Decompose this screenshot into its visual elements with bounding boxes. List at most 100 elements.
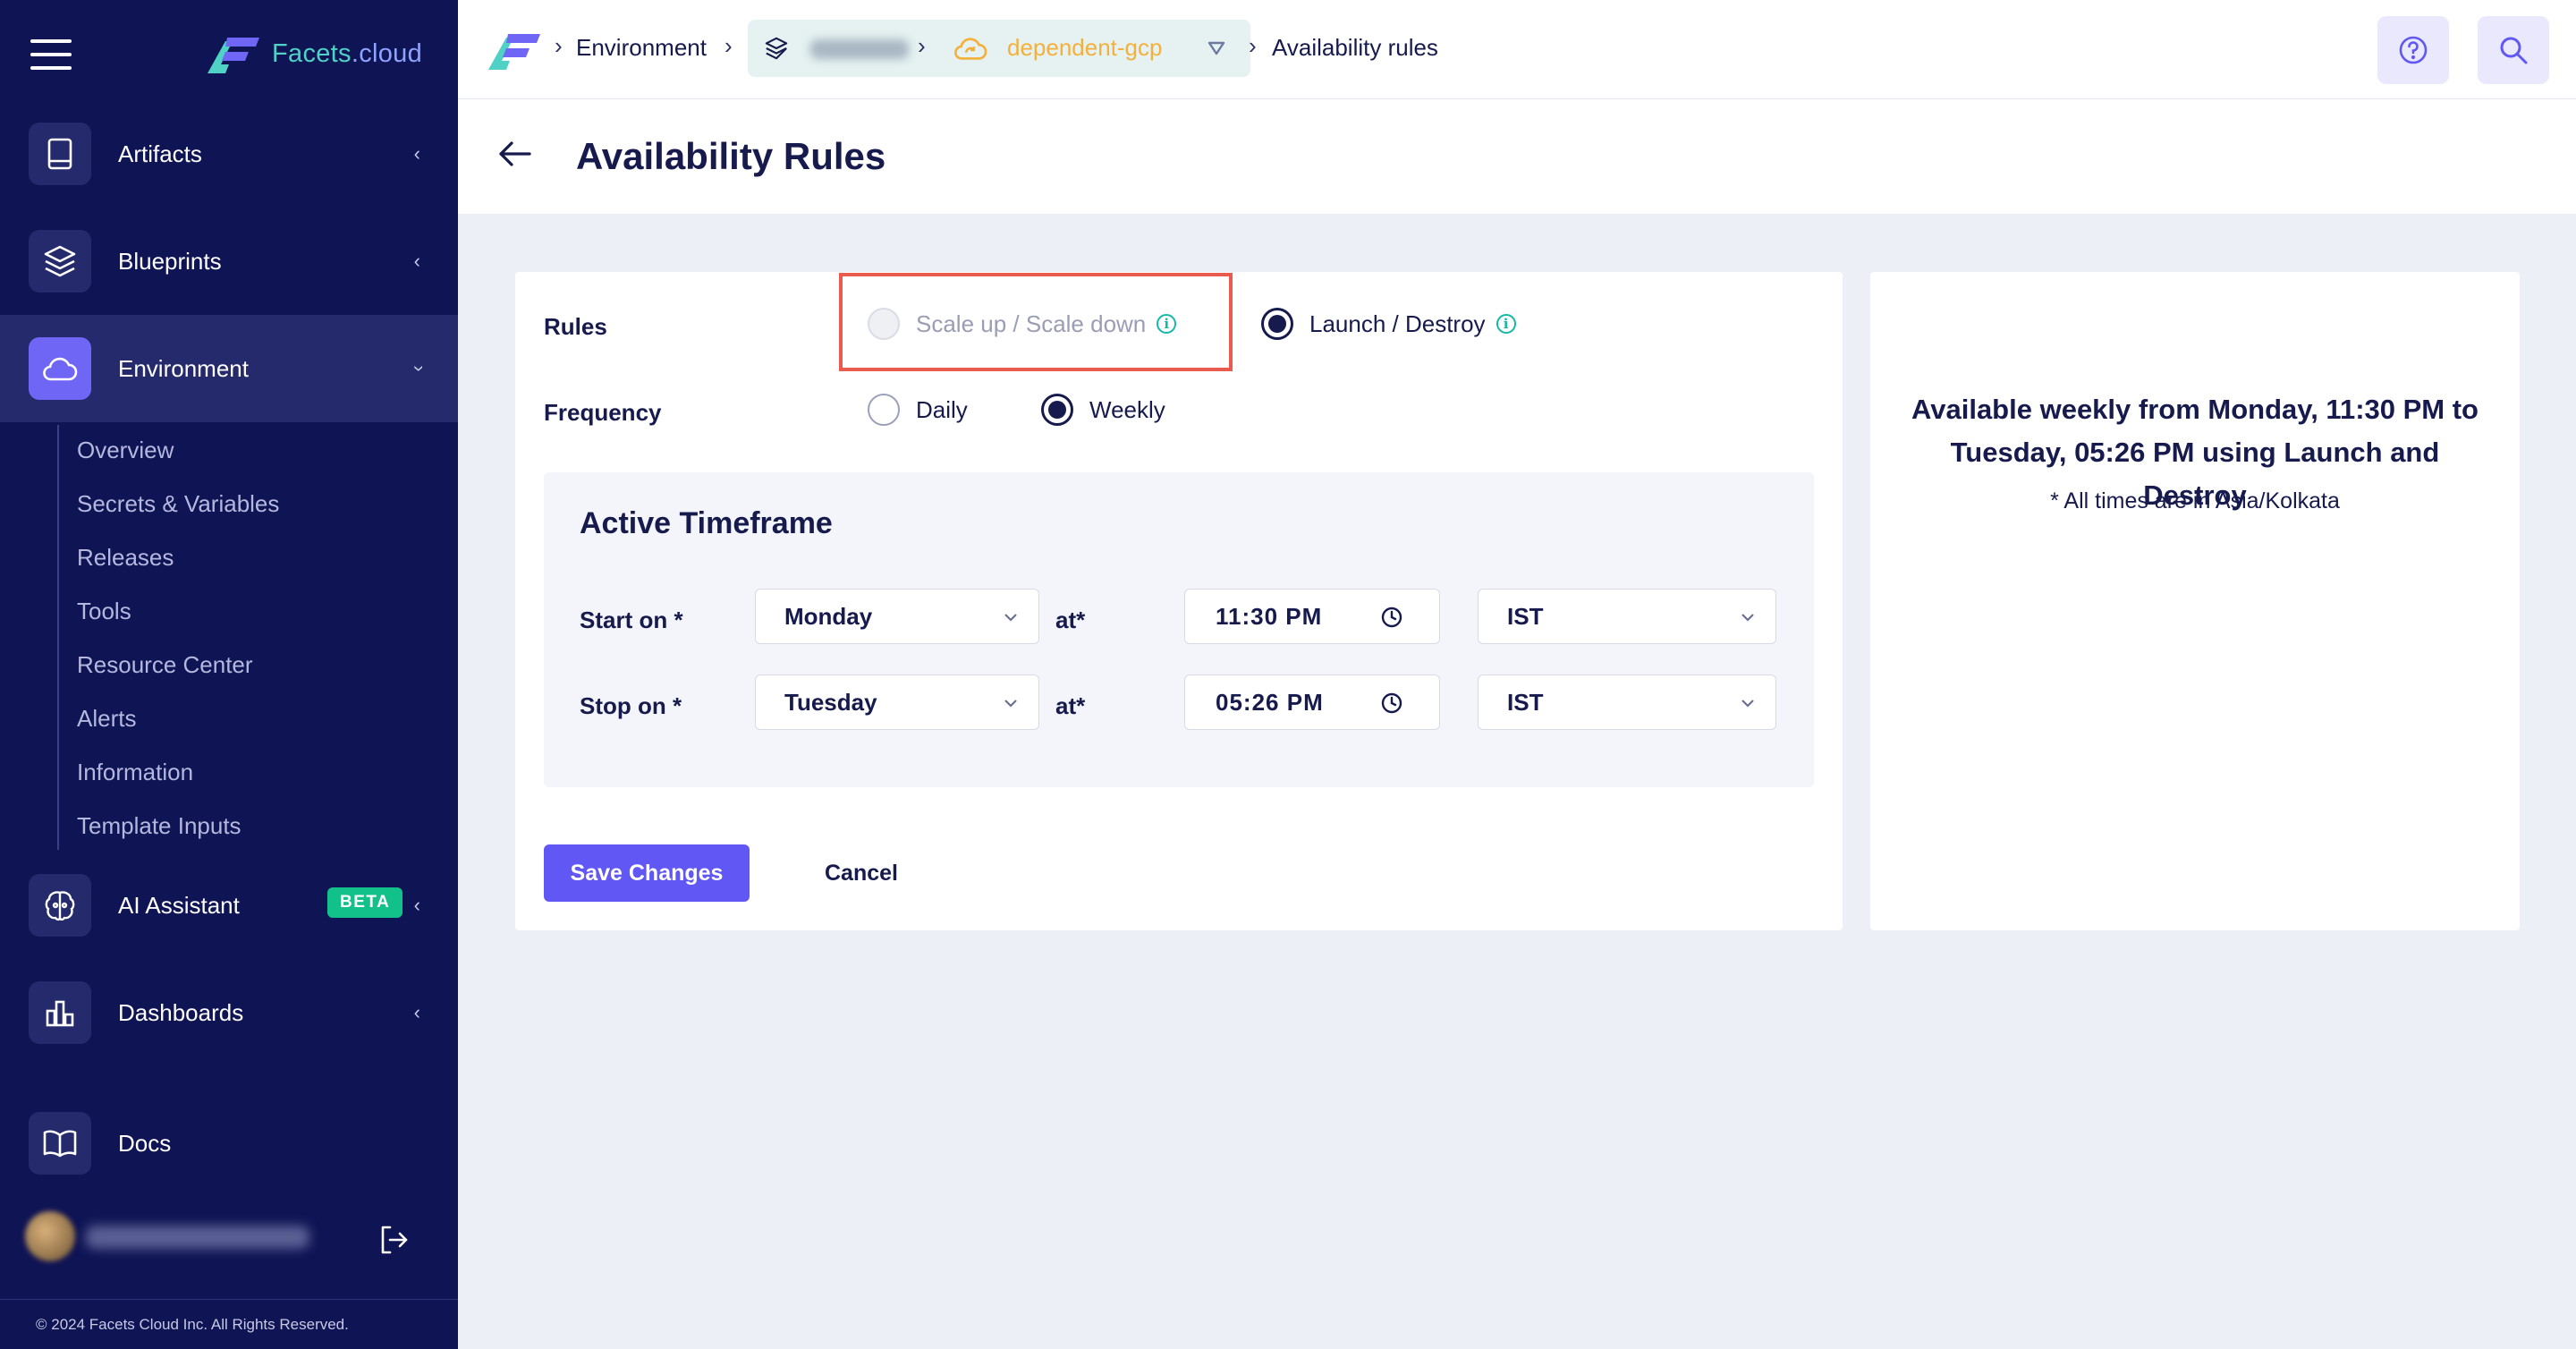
environment-name: dependent-gcp [1007, 34, 1163, 61]
radio-unchecked [868, 394, 900, 426]
brand-logo[interactable]: Facets.cloud [208, 34, 422, 73]
highlight-annotation-box [839, 273, 1233, 371]
nav-artifacts[interactable]: Artifacts ‹ [0, 100, 458, 208]
help-icon [2399, 36, 2428, 64]
rule-launch-label: Launch / Destroy [1309, 310, 1486, 337]
nav-label: Blueprints [118, 247, 222, 275]
frequency-daily-label: Daily [916, 395, 968, 423]
bar-chart-icon [46, 1000, 74, 1027]
breadcrumb-environment[interactable]: Environment [576, 34, 707, 62]
breadcrumb-chevron-icon: › [724, 32, 733, 59]
clock-icon[interactable] [1380, 691, 1403, 715]
chevron-down-icon [1004, 700, 1017, 708]
start-on-label: Start on * [580, 607, 683, 633]
stop-day-select[interactable]: Tuesday [755, 674, 1039, 730]
brand-name: Facets [272, 38, 352, 68]
facets-logo-icon[interactable] [485, 30, 544, 74]
nav-label: Dashboards [118, 998, 244, 1026]
layers-icon [765, 37, 788, 60]
copyright-text: © 2024 Facets Cloud Inc. All Rights Rese… [0, 1299, 458, 1334]
stop-time-input[interactable]: 05:26 PM [1184, 674, 1440, 730]
breadcrumb-chevron-icon: › [918, 32, 926, 59]
chevron-left-icon: ‹ [413, 894, 420, 916]
start-timezone-value: IST [1507, 602, 1544, 630]
nav-label: Docs [118, 1129, 172, 1157]
frequency-weekly-radio[interactable]: Weekly [1041, 394, 1165, 426]
brand-suffix: .cloud [351, 38, 423, 68]
avatar[interactable] [25, 1211, 75, 1261]
project-name-redacted [810, 39, 909, 59]
sidebar-item-information[interactable]: Information [77, 759, 193, 786]
page-header: Availability Rules [458, 99, 2576, 214]
search-icon [2500, 37, 2528, 64]
sidebar-item-tools[interactable]: Tools [77, 598, 131, 625]
cloud-icon [43, 357, 78, 381]
submenu-divider [57, 425, 59, 850]
nav-dashboards[interactable]: Dashboards ‹ [0, 959, 458, 1066]
cloud-sync-icon [954, 38, 987, 60]
back-arrow-icon[interactable] [497, 140, 533, 172]
logout-icon[interactable] [376, 1222, 411, 1262]
nav-label: Artifacts [118, 140, 202, 167]
facets-logo-icon [208, 38, 259, 73]
start-time-input[interactable]: 11:30 PM [1184, 589, 1440, 644]
nav-label: AI Assistant [118, 891, 240, 919]
frequency-daily-radio[interactable]: Daily [868, 394, 968, 426]
chevron-left-icon: ‹ [413, 250, 420, 272]
radio-checked [1261, 308, 1293, 340]
brain-icon [45, 891, 75, 921]
hamburger-menu-icon[interactable] [30, 39, 72, 70]
nav-environment[interactable]: Environment ‹ [0, 315, 458, 422]
radio-checked [1041, 394, 1073, 426]
timeframe-title: Active Timeframe [580, 506, 833, 540]
start-timezone-select[interactable]: IST [1478, 589, 1776, 644]
chevron-left-icon: ‹ [413, 1001, 420, 1023]
cancel-button[interactable]: Cancel [803, 844, 919, 902]
user-name-redacted [86, 1226, 309, 1249]
top-bar: › Environment › › dependent-gcp › Availa… [458, 0, 2576, 99]
timezone-note: * All times are in Asia/Kolkata [2050, 488, 2340, 513]
start-day-select[interactable]: Monday [755, 589, 1039, 644]
rules-label: Rules [544, 313, 607, 340]
rule-launch-radio[interactable]: Launch / Destroy i [1261, 308, 1516, 340]
chevron-down-icon [1741, 614, 1754, 622]
beta-badge: BETA [327, 887, 403, 918]
page-title: Availability Rules [576, 135, 886, 177]
breadcrumb-chevron-icon: › [1249, 32, 1257, 59]
nav-blueprints[interactable]: Blueprints ‹ [0, 208, 458, 315]
stop-on-label: Stop on * [580, 692, 682, 719]
sidebar-item-secrets-variables[interactable]: Secrets & Variables [77, 490, 279, 518]
active-timeframe-panel: Active Timeframe Start on * Monday at* 1… [544, 472, 1814, 787]
start-at-label: at* [1055, 607, 1086, 633]
sidebar-item-template-inputs[interactable]: Template Inputs [77, 812, 242, 840]
stop-timezone-value: IST [1507, 688, 1544, 716]
stop-at-label: at* [1055, 692, 1086, 719]
layers-icon [44, 245, 76, 277]
start-time-value: 11:30 PM [1216, 602, 1323, 630]
book-icon [47, 138, 72, 170]
stop-timezone-select[interactable]: IST [1478, 674, 1776, 730]
chevron-down-icon [1741, 700, 1754, 708]
dropdown-triangle-icon[interactable] [1208, 41, 1225, 55]
nav-label: Environment [118, 354, 249, 382]
breadcrumb-current: Availability rules [1272, 34, 1438, 61]
open-book-icon [43, 1130, 77, 1158]
chevron-down-icon: ‹ [405, 365, 428, 372]
sidebar-item-alerts[interactable]: Alerts [77, 705, 136, 733]
sidebar-item-releases[interactable]: Releases [77, 544, 174, 572]
search-button[interactable] [2478, 16, 2549, 84]
sidebar-item-resource-center[interactable]: Resource Center [77, 651, 253, 679]
start-day-value: Monday [784, 602, 873, 630]
breadcrumb-chevron-icon: › [555, 32, 563, 59]
save-changes-button[interactable]: Save Changes [544, 844, 750, 902]
stop-time-value: 05:26 PM [1216, 688, 1324, 716]
sidebar-item-overview[interactable]: Overview [77, 437, 174, 464]
clock-icon[interactable] [1380, 606, 1403, 629]
help-button[interactable] [2377, 16, 2449, 84]
info-icon[interactable]: i [1496, 314, 1516, 334]
frequency-label: Frequency [544, 399, 662, 426]
chevron-down-icon [1004, 614, 1017, 622]
environment-selector[interactable]: › dependent-gcp [748, 20, 1250, 77]
nav-docs[interactable]: Docs [0, 1090, 458, 1197]
sidebar: Facets.cloud Artifacts ‹ Blueprints ‹ En… [0, 0, 458, 1349]
